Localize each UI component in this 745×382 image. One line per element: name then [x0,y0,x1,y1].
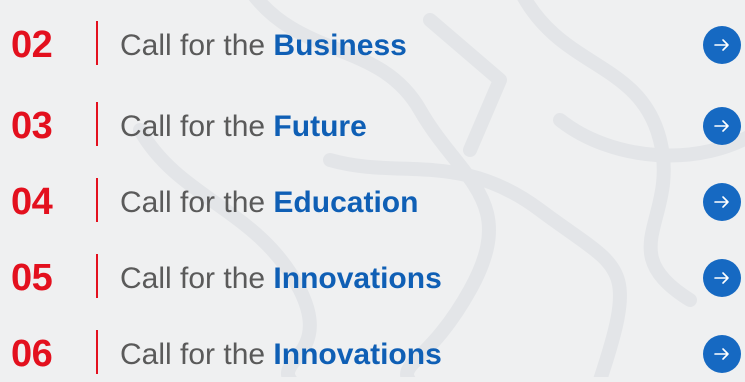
item-prefix: Call for the [120,186,266,219]
divider [96,102,98,146]
arrow-button[interactable] [703,259,741,297]
arrow-right-icon [714,120,729,132]
item-topic: Education [273,186,419,219]
item-prefix: Call for the [120,110,266,143]
item-number: 03 [11,105,53,147]
item-number: 06 [11,333,53,375]
arrow-right-icon [714,39,729,51]
arrow-button[interactable] [703,107,741,145]
arrow-button[interactable] [703,183,741,221]
item-prefix: Call for the [120,262,266,295]
list-item[interactable]: 03 Call for the Future [0,98,745,154]
item-label: Call for the Innovations [120,333,442,377]
call-list: 02 Call for the Business 03 Call for the… [0,0,745,377]
list-item[interactable]: 06 Call for the Innovations [0,326,745,382]
item-topic: Future [273,110,367,143]
divider [96,330,98,374]
item-label: Call for the Education [120,181,418,225]
item-topic: Innovations [273,338,442,371]
item-topic: Innovations [273,262,442,295]
list-item[interactable]: 05 Call for the Innovations [0,250,745,306]
item-label: Call for the Business [120,24,407,68]
item-prefix: Call for the [120,29,266,62]
arrow-button[interactable] [703,26,741,64]
item-prefix: Call for the [120,338,266,371]
arrow-right-icon [714,196,729,208]
list-item[interactable]: 04 Call for the Education [0,174,745,230]
arrow-button[interactable] [703,335,741,373]
item-label: Call for the Future [120,105,367,149]
item-number: 02 [11,24,53,66]
divider [96,254,98,298]
divider [96,21,98,65]
item-topic: Business [273,29,407,62]
item-number: 04 [11,181,53,223]
item-label: Call for the Innovations [120,257,442,301]
arrow-right-icon [714,348,729,360]
list-item[interactable]: 02 Call for the Business [0,17,745,73]
item-number: 05 [11,257,53,299]
arrow-right-icon [714,272,729,284]
divider [96,178,98,222]
